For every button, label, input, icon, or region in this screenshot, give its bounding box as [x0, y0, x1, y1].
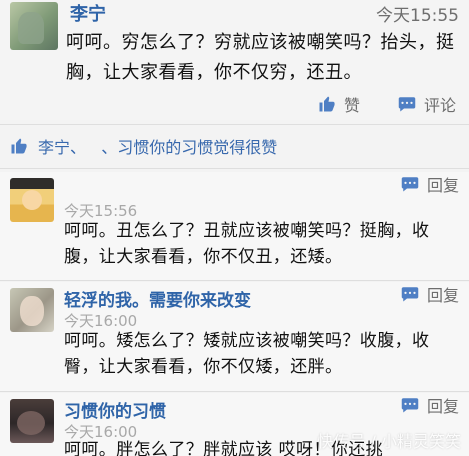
- likes-text: 李宁、 、习惯你的习惯觉得很赞: [38, 138, 278, 157]
- like-label: 赞: [344, 96, 361, 115]
- reply-avatar[interactable]: [10, 399, 54, 443]
- reply-icon: [401, 398, 419, 413]
- reply-username[interactable]: 轻浮的我。需要你来改变: [64, 286, 251, 311]
- reply-item: 回复 今天15:56 呵呵。丑怎么了？丑就应该被嘲笑吗？挺胸，收腹，让大家看看，…: [0, 172, 469, 280]
- like-button[interactable]: 赞: [318, 92, 360, 116]
- reply-avatar[interactable]: [10, 178, 54, 222]
- post-username[interactable]: 李宁: [70, 0, 106, 26]
- reply-label: 回复: [426, 176, 459, 195]
- comment-label: 评论: [424, 96, 457, 115]
- reply-text: 呵呵。丑怎么了？丑就应该被嘲笑吗？挺胸，收腹，让大家看看，你不仅丑，还矮。: [64, 221, 430, 267]
- thumbs-up-icon: [11, 138, 27, 154]
- reply-username[interactable]: 习惯你的习惯: [64, 397, 166, 422]
- reply-button[interactable]: 回复: [401, 282, 459, 306]
- reply-button[interactable]: 回复: [401, 393, 459, 417]
- reply-label: 回复: [426, 397, 459, 416]
- divider: [0, 280, 469, 281]
- comment-button[interactable]: 评论: [398, 92, 456, 116]
- reply-icon: [401, 177, 419, 192]
- reply-icon: [401, 287, 419, 302]
- divider: [0, 124, 469, 125]
- reply-button[interactable]: 回复: [401, 172, 459, 196]
- post-text: 呵呵。穷怎么了？穷就应该被嘲笑吗？抬头，挺胸，让大家看看，你不仅穷，还丑。: [66, 32, 455, 83]
- reply-label: 回复: [426, 286, 459, 305]
- likes-bar[interactable]: 李宁、 、习惯你的习惯觉得很赞: [0, 128, 469, 164]
- thumbs-up-icon: [319, 96, 335, 112]
- reply-text: 呵呵。矮怎么了？矮就应该被嘲笑吗？收腹，收臀，让大家看看，你不仅矮，还胖。: [64, 331, 430, 377]
- reply-item: 轻浮的我。需要你来改变 回复 今天16:00 呵呵。矮怎么了？矮就应该被嘲笑吗？…: [0, 282, 469, 391]
- main-post: 李宁 今天15:55 呵呵。穷怎么了？穷就应该被嘲笑吗？抬头，挺胸，让大家看看，…: [0, 0, 469, 120]
- comment-icon: [398, 97, 416, 112]
- divider: [0, 168, 469, 169]
- divider: [0, 391, 469, 392]
- reply-avatar[interactable]: [10, 288, 54, 332]
- post-avatar[interactable]: [10, 2, 58, 50]
- post-time: 今天15:55: [376, 6, 459, 26]
- watermark: 快传号 / 小精灵笑笑: [317, 432, 461, 451]
